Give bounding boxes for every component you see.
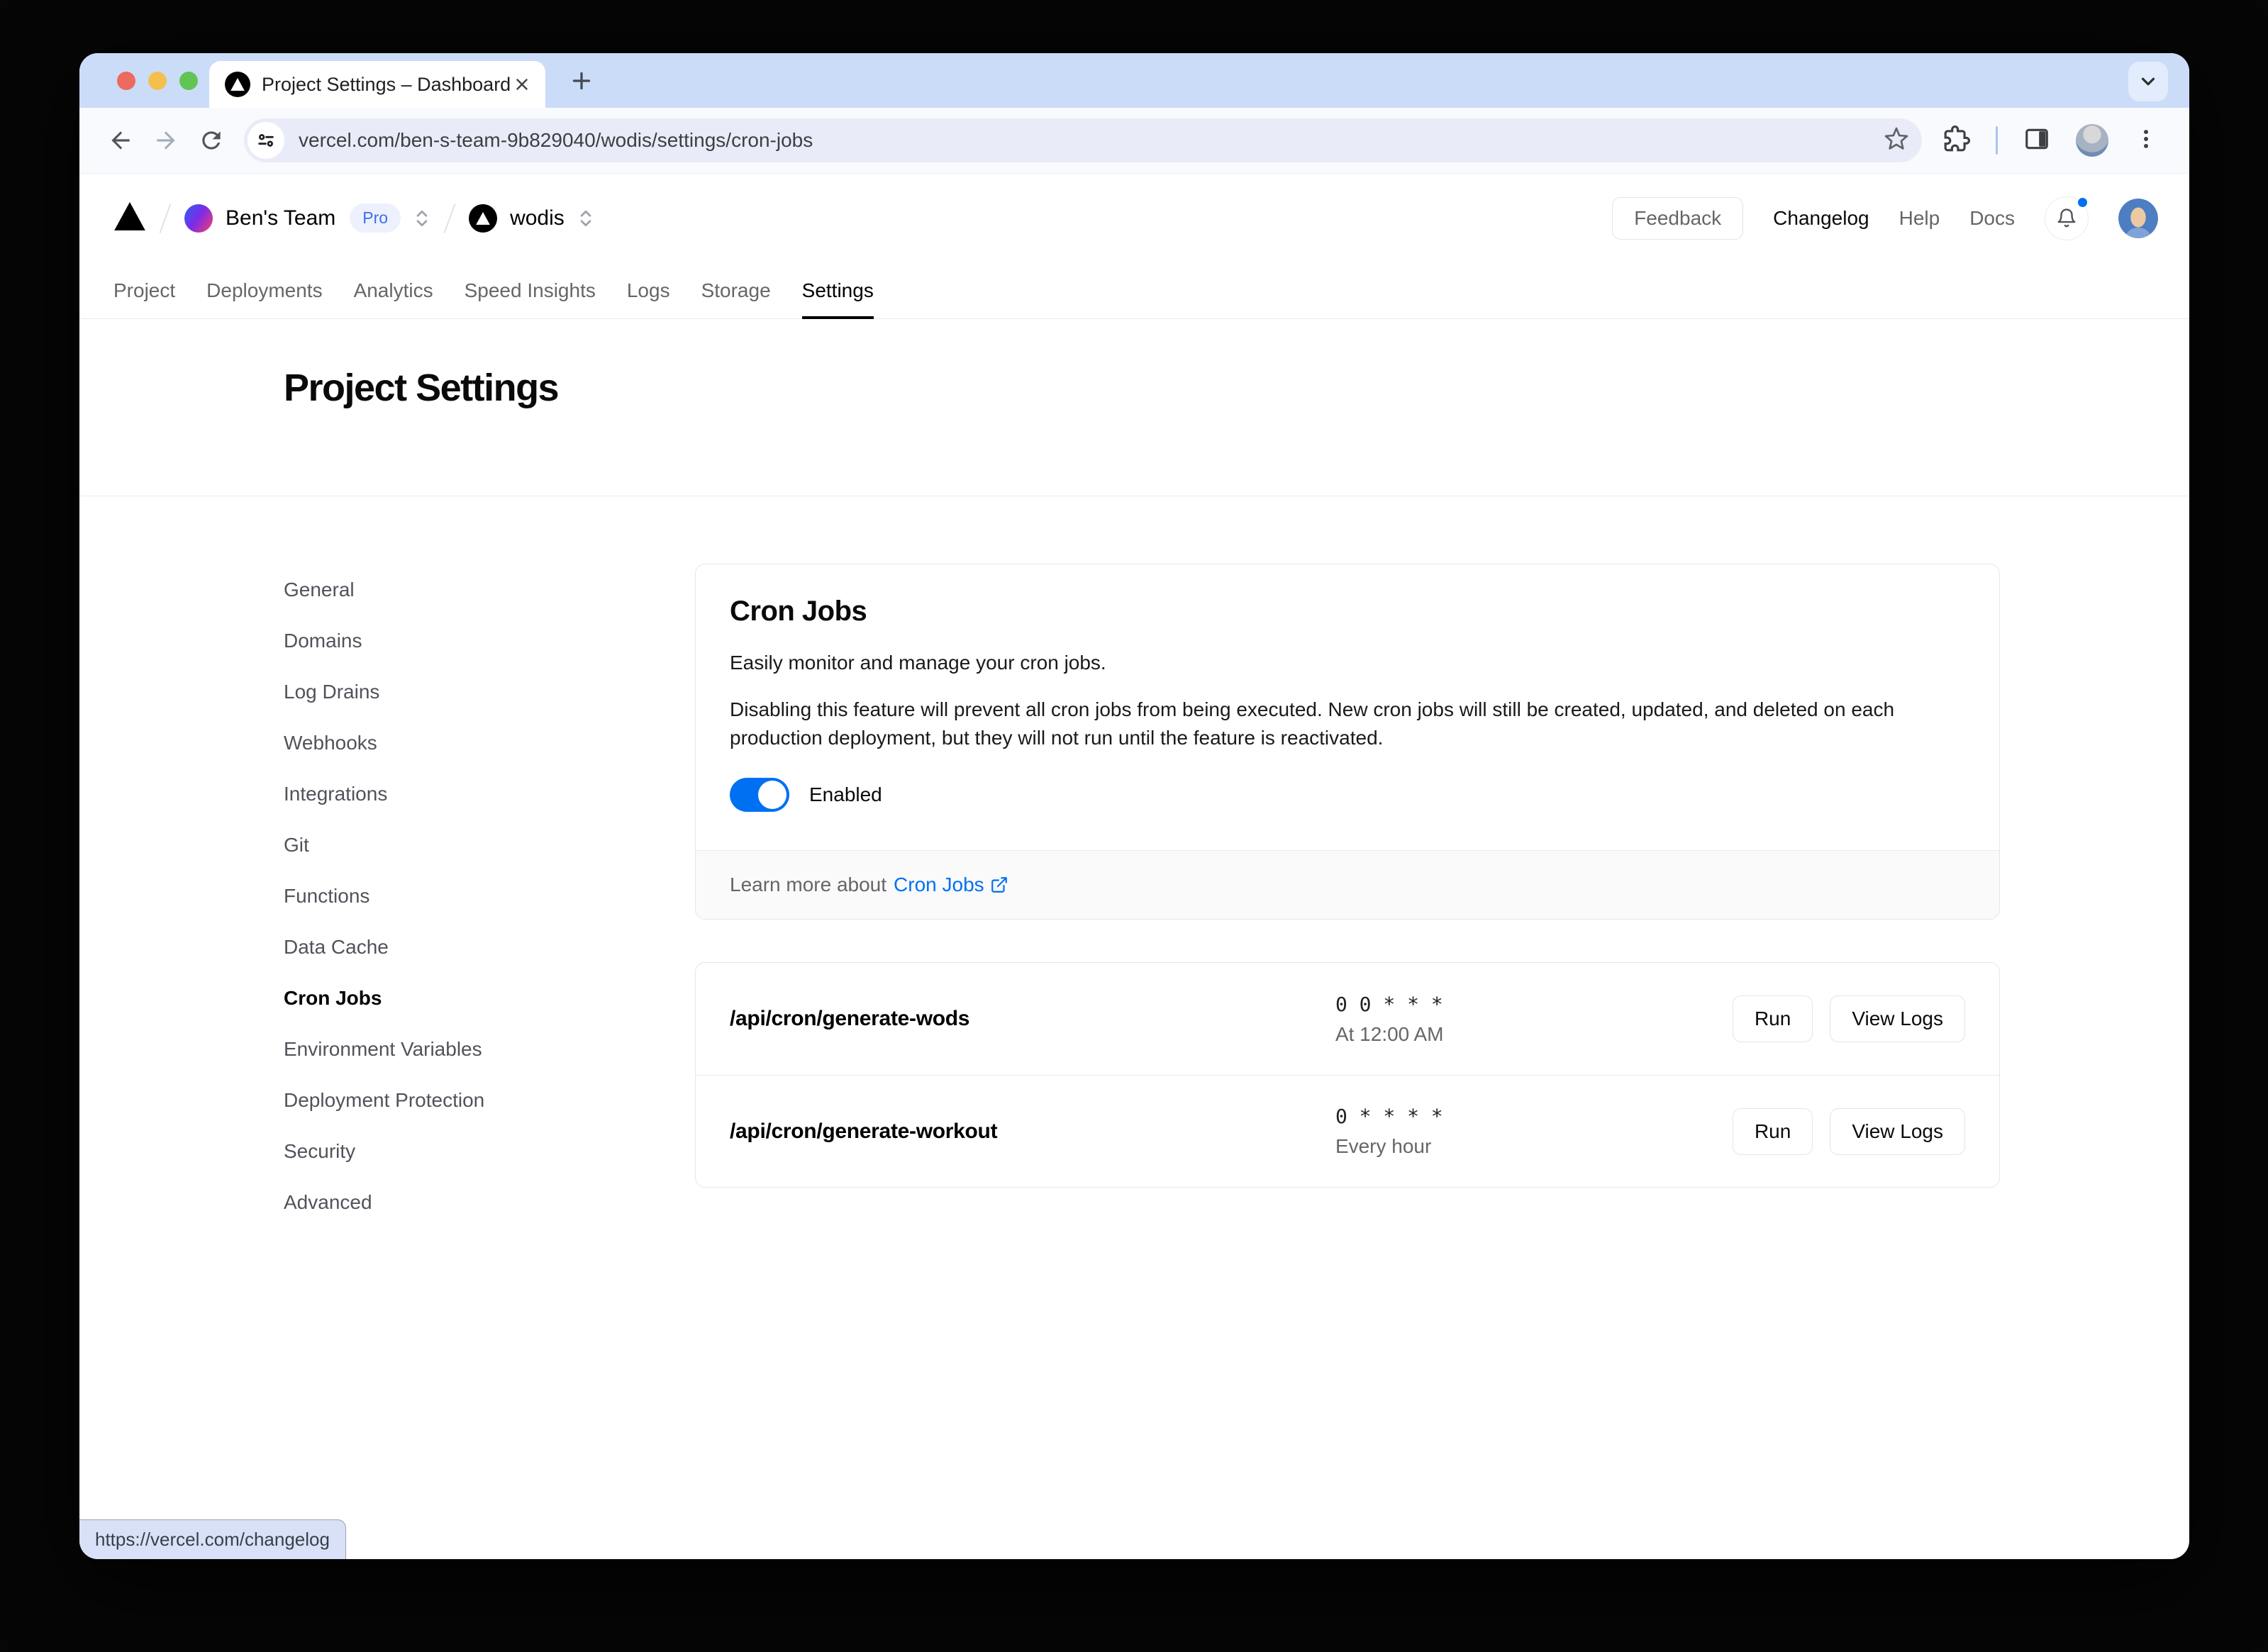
sidebar-item-general[interactable]: General — [284, 578, 695, 602]
close-window-button[interactable] — [117, 72, 135, 90]
cron-job-schedule: 0 * * * * Every hour — [1335, 1105, 1733, 1158]
cron-job-schedule: 0 0 * * * At 12:00 AM — [1335, 993, 1733, 1046]
team-name[interactable]: Ben's Team — [226, 206, 335, 230]
tab-deployments[interactable]: Deployments — [191, 262, 338, 318]
help-link[interactable]: Help — [1899, 207, 1940, 230]
site-settings-icon[interactable] — [248, 122, 284, 159]
breadcrumb-slash — [160, 203, 172, 233]
extensions-icon[interactable] — [1943, 125, 1970, 156]
plan-badge: Pro — [350, 203, 401, 233]
sidebar-item-security[interactable]: Security — [284, 1139, 695, 1163]
tab-storage[interactable]: Storage — [686, 262, 786, 318]
chrome-profile-avatar[interactable] — [2076, 124, 2108, 157]
macos-traffic-lights — [117, 53, 198, 108]
cron-job-path: /api/cron/generate-wods — [730, 1007, 1335, 1031]
reload-icon[interactable] — [189, 118, 234, 163]
cron-job-row: /api/cron/generate-wods 0 0 * * * At 12:… — [696, 963, 1999, 1075]
vercel-logo-icon[interactable] — [113, 202, 146, 234]
changelog-link[interactable]: Changelog — [1773, 207, 1869, 230]
settings-sidebar: General Domains Log Drains Webhooks Inte… — [284, 564, 695, 1273]
external-link-icon — [990, 876, 1008, 894]
tab-analytics[interactable]: Analytics — [338, 262, 449, 318]
cron-job-path: /api/cron/generate-workout — [730, 1120, 1335, 1144]
sidebar-item-integrations[interactable]: Integrations — [284, 782, 695, 806]
view-logs-button[interactable]: View Logs — [1830, 995, 1965, 1042]
project-nav-tabs: Project Deployments Analytics Speed Insi… — [79, 262, 2189, 319]
sidebar-item-deployment-protection[interactable]: Deployment Protection — [284, 1088, 695, 1112]
toggle-knob — [758, 781, 786, 809]
cron-expression: 0 0 * * * — [1335, 993, 1733, 1016]
header-actions: Feedback Changelog Help Docs — [1612, 196, 2158, 240]
status-bar-url: https://vercel.com/changelog — [79, 1519, 346, 1559]
sidebar-item-data-cache[interactable]: Data Cache — [284, 935, 695, 959]
tab-settings[interactable]: Settings — [786, 262, 889, 318]
tab-speed-insights[interactable]: Speed Insights — [449, 262, 611, 318]
card-footer: Learn more about Cron Jobs — [696, 850, 1999, 919]
tab-title: Project Settings – Dashboard — [262, 74, 511, 96]
card-description: Disabling this feature will prevent all … — [730, 696, 1965, 752]
cron-jobs-list: /api/cron/generate-wods 0 0 * * * At 12:… — [695, 962, 2000, 1188]
chrome-menu-icon[interactable] — [2134, 127, 2158, 155]
project-avatar[interactable] — [469, 204, 497, 233]
sidebar-item-environment-variables[interactable]: Environment Variables — [284, 1037, 695, 1061]
view-logs-button[interactable]: View Logs — [1830, 1108, 1965, 1155]
title-section: Project Settings — [79, 319, 2189, 496]
cron-schedule-description: At 12:00 AM — [1335, 1023, 1733, 1046]
side-panel-icon[interactable] — [2023, 125, 2050, 156]
notifications-button[interactable] — [2045, 196, 2089, 240]
sidebar-item-advanced[interactable]: Advanced — [284, 1190, 695, 1215]
sidebar-item-log-drains[interactable]: Log Drains — [284, 680, 695, 704]
cron-expression: 0 * * * * — [1335, 1105, 1733, 1128]
cron-schedule-description: Every hour — [1335, 1135, 1733, 1158]
card-title: Cron Jobs — [730, 596, 1965, 627]
docs-link[interactable]: Docs — [1969, 207, 2015, 230]
forward-icon[interactable] — [143, 118, 189, 163]
cron-job-row: /api/cron/generate-workout 0 * * * * Eve… — [696, 1075, 1999, 1187]
toolbar-divider — [1996, 126, 1998, 155]
tab-project[interactable]: Project — [98, 262, 191, 318]
sidebar-item-git[interactable]: Git — [284, 833, 695, 857]
card-subtitle: Easily monitor and manage your cron jobs… — [730, 652, 1965, 674]
bookmark-star-icon[interactable] — [1884, 126, 1909, 155]
toggle-label: Enabled — [809, 783, 882, 806]
run-button[interactable]: Run — [1733, 995, 1813, 1042]
learn-more-text: Learn more about — [730, 874, 886, 896]
minimize-window-button[interactable] — [148, 72, 167, 90]
url-text[interactable]: vercel.com/ben-s-team-9b829040/wodis/set… — [299, 129, 1884, 152]
browser-tab[interactable]: Project Settings – Dashboard — [209, 61, 545, 108]
cron-jobs-docs-link[interactable]: Cron Jobs — [894, 874, 1008, 896]
project-name[interactable]: wodis — [510, 206, 565, 230]
page-title: Project Settings — [284, 366, 2189, 410]
tab-close-icon[interactable] — [511, 74, 533, 95]
project-switcher-chevrons-icon[interactable] — [577, 206, 594, 231]
toolbar-right-cluster — [1943, 124, 2158, 157]
settings-main: General Domains Log Drains Webhooks Inte… — [79, 496, 2189, 1273]
tab-logs[interactable]: Logs — [611, 262, 686, 318]
sidebar-item-domains[interactable]: Domains — [284, 629, 695, 653]
new-tab-button[interactable] — [569, 53, 594, 108]
settings-content: Cron Jobs Easily monitor and manage your… — [695, 564, 2000, 1273]
back-icon[interactable] — [98, 118, 143, 163]
cron-enabled-toggle[interactable] — [730, 778, 789, 812]
vercel-favicon — [225, 72, 250, 97]
browser-window: Project Settings – Dashboard — [79, 53, 2189, 1559]
tab-strip: Project Settings – Dashboard — [79, 53, 2189, 108]
user-avatar[interactable] — [2118, 199, 2158, 238]
cron-jobs-card: Cron Jobs Easily monitor and manage your… — [695, 564, 2000, 920]
feedback-button[interactable]: Feedback — [1612, 197, 1743, 240]
tab-search-button[interactable] — [2128, 62, 2168, 101]
team-switcher-chevrons-icon[interactable] — [413, 206, 430, 231]
team-avatar[interactable] — [184, 204, 213, 233]
notification-dot — [2076, 196, 2089, 209]
url-bar[interactable]: vercel.com/ben-s-team-9b829040/wodis/set… — [244, 118, 1922, 162]
sidebar-item-cron-jobs[interactable]: Cron Jobs — [284, 986, 695, 1010]
sidebar-item-functions[interactable]: Functions — [284, 884, 695, 908]
run-button[interactable]: Run — [1733, 1108, 1813, 1155]
sidebar-item-webhooks[interactable]: Webhooks — [284, 731, 695, 755]
browser-toolbar: vercel.com/ben-s-team-9b829040/wodis/set… — [79, 108, 2189, 174]
fullscreen-window-button[interactable] — [179, 72, 198, 90]
vercel-header: Ben's Team Pro wodis Feedback Changelog … — [79, 174, 2189, 262]
breadcrumb-slash — [444, 203, 456, 233]
